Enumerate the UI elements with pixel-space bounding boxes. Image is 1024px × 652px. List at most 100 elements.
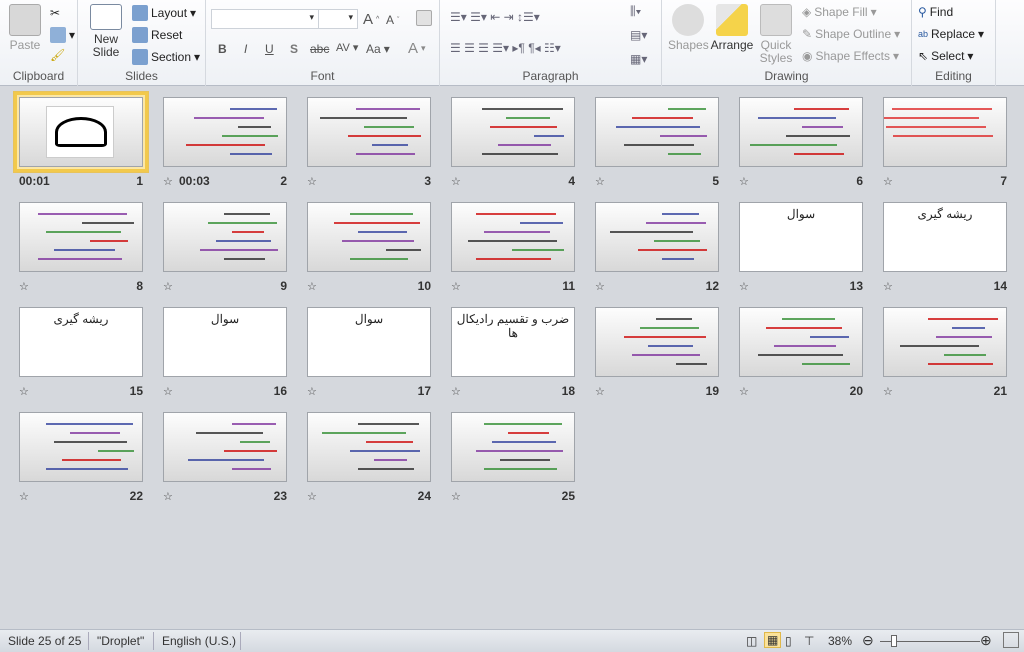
font-size-input[interactable]: ▾ bbox=[318, 9, 358, 29]
slide-thumbnail[interactable] bbox=[307, 97, 431, 167]
shadow-button[interactable]: S bbox=[290, 42, 298, 56]
animation-star-icon[interactable]: ☆ bbox=[19, 385, 29, 398]
animation-star-icon[interactable]: ☆ bbox=[163, 175, 173, 188]
shapes-button[interactable]: Shapes bbox=[668, 4, 709, 52]
align-text-button[interactable]: ▤▾ bbox=[630, 28, 647, 42]
arrange-button[interactable]: Arrange bbox=[710, 4, 754, 52]
replace-button[interactable]: ab Replace ▾ bbox=[918, 27, 984, 41]
animation-star-icon[interactable]: ☆ bbox=[739, 280, 749, 293]
animation-star-icon[interactable]: ☆ bbox=[19, 490, 29, 503]
clear-formatting-button[interactable] bbox=[416, 10, 432, 26]
slide-thumbnail[interactable] bbox=[595, 97, 719, 167]
smartart-button[interactable]: ▦▾ bbox=[630, 52, 647, 66]
slide-thumbnail[interactable] bbox=[451, 97, 575, 167]
slide-thumbnail[interactable] bbox=[307, 412, 431, 482]
animation-star-icon[interactable]: ☆ bbox=[739, 385, 749, 398]
underline-button[interactable]: U bbox=[265, 42, 274, 56]
animation-star-icon[interactable]: ☆ bbox=[883, 175, 893, 188]
quick-styles-button[interactable]: Quick Styles bbox=[756, 4, 796, 65]
slide-count: Slide 25 of 25 bbox=[8, 634, 82, 648]
shrink-font-button[interactable]: Aˇ bbox=[386, 13, 399, 27]
animation-star-icon[interactable]: ☆ bbox=[451, 175, 461, 188]
format-painter-button[interactable]: 🖌 bbox=[50, 48, 65, 62]
slide-thumbnail[interactable] bbox=[163, 202, 287, 272]
animation-star-icon[interactable]: ☆ bbox=[883, 385, 893, 398]
find-button[interactable]: ⚲ Find bbox=[918, 5, 953, 19]
theme-name[interactable]: "Droplet" bbox=[97, 634, 144, 648]
align-buttons[interactable]: ☰ ☰ ☰ ☰▾ ▸¶ ¶◂ ☷▾ bbox=[450, 41, 561, 55]
slide-thumbnail[interactable]: سوال bbox=[163, 307, 287, 377]
font-name-input[interactable]: ▾ bbox=[211, 9, 319, 29]
layout-button[interactable]: Layout ▾ bbox=[132, 5, 196, 21]
slide-number: 19 bbox=[705, 384, 719, 398]
paste-button[interactable]: Paste bbox=[6, 4, 44, 52]
slide-thumbnail[interactable] bbox=[163, 97, 287, 167]
slide-thumbnail[interactable] bbox=[163, 412, 287, 482]
animation-star-icon[interactable]: ☆ bbox=[883, 280, 893, 293]
cut-button[interactable]: ✂ bbox=[50, 6, 60, 20]
animation-star-icon[interactable]: ☆ bbox=[595, 280, 605, 293]
italic-button[interactable]: I bbox=[244, 42, 247, 56]
normal-view-button[interactable]: ◫ bbox=[746, 634, 757, 648]
animation-star-icon[interactable]: ☆ bbox=[163, 490, 173, 503]
select-button[interactable]: ⇖ Select ▾ bbox=[918, 49, 973, 63]
slide-thumbnail[interactable] bbox=[739, 307, 863, 377]
slideshow-button[interactable]: ⊤ bbox=[804, 634, 814, 648]
shape-fill-button[interactable]: ◈ Shape Fill ▾ bbox=[802, 5, 877, 19]
animation-star-icon[interactable]: ☆ bbox=[739, 175, 749, 188]
slide-thumbnail[interactable] bbox=[595, 307, 719, 377]
animation-star-icon[interactable]: ☆ bbox=[451, 280, 461, 293]
reset-button[interactable]: Reset bbox=[132, 27, 182, 43]
slide-content-line bbox=[200, 249, 278, 251]
animation-star-icon[interactable]: ☆ bbox=[307, 490, 317, 503]
strikethrough-button[interactable]: abc bbox=[310, 42, 329, 56]
slide-thumbnail[interactable] bbox=[739, 97, 863, 167]
slide-thumbnail[interactable]: سوال bbox=[307, 307, 431, 377]
animation-star-icon[interactable]: ☆ bbox=[451, 490, 461, 503]
slide-thumbnail[interactable] bbox=[595, 202, 719, 272]
zoom-level[interactable]: 38% bbox=[828, 634, 852, 648]
slide-sorter-view-button[interactable]: ▦ bbox=[764, 632, 782, 648]
reading-view-button[interactable]: ▯ bbox=[785, 634, 792, 648]
shape-effects-button[interactable]: ◉ Shape Effects ▾ bbox=[802, 49, 899, 63]
slide-thumbnail[interactable] bbox=[451, 412, 575, 482]
slide-thumbnail[interactable] bbox=[307, 202, 431, 272]
zoom-in-button[interactable]: ⊕ bbox=[980, 632, 992, 649]
animation-star-icon[interactable]: ☆ bbox=[595, 175, 605, 188]
new-slide-button[interactable]: New Slide bbox=[88, 4, 124, 59]
slide-thumbnail[interactable] bbox=[19, 202, 143, 272]
bold-button[interactable]: B bbox=[218, 42, 227, 56]
animation-star-icon[interactable]: ☆ bbox=[307, 385, 317, 398]
bullets-button[interactable]: ☰▾ ☰▾ ⇤ ⇥ ↕☰▾ bbox=[450, 10, 540, 24]
slide-thumbnail[interactable]: سوال bbox=[739, 202, 863, 272]
copy-button[interactable]: ▾ bbox=[50, 27, 75, 43]
animation-star-icon[interactable]: ☆ bbox=[307, 280, 317, 293]
slide-thumbnail[interactable] bbox=[883, 97, 1007, 167]
slide-thumbnail[interactable] bbox=[451, 202, 575, 272]
change-case-button[interactable]: Aa ▾ bbox=[366, 42, 390, 56]
slide-thumbnail[interactable]: ریشه گیری bbox=[883, 202, 1007, 272]
slide-thumbnail[interactable]: ریشه گیری bbox=[19, 307, 143, 377]
text-direction-button[interactable]: ⫼▾ bbox=[630, 4, 641, 19]
slide-content-line bbox=[348, 135, 421, 137]
section-button[interactable]: Section ▾ bbox=[132, 49, 200, 65]
zoom-slider-handle[interactable] bbox=[891, 635, 897, 647]
fit-to-window-button[interactable] bbox=[1003, 632, 1019, 648]
animation-star-icon[interactable]: ☆ bbox=[163, 385, 173, 398]
zoom-out-button[interactable]: ⊖ bbox=[862, 632, 874, 649]
language[interactable]: English (U.S.) bbox=[162, 634, 236, 648]
animation-star-icon[interactable]: ☆ bbox=[163, 280, 173, 293]
grow-font-button[interactable]: A ^ bbox=[363, 11, 379, 28]
character-spacing-button[interactable]: AV ▾ bbox=[336, 41, 358, 55]
animation-star-icon[interactable]: ☆ bbox=[595, 385, 605, 398]
animation-star-icon[interactable]: ☆ bbox=[19, 280, 29, 293]
slide-thumbnail[interactable] bbox=[14, 92, 148, 172]
binoculars-icon: ⚲ bbox=[918, 5, 927, 19]
animation-star-icon[interactable]: ☆ bbox=[451, 385, 461, 398]
shape-outline-button[interactable]: ✎ Shape Outline ▾ bbox=[802, 27, 900, 41]
font-color-button[interactable]: A ▾ bbox=[408, 40, 426, 57]
animation-star-icon[interactable]: ☆ bbox=[307, 175, 317, 188]
slide-thumbnail[interactable]: ضرب و تقسیم رادیکال ها bbox=[451, 307, 575, 377]
slide-thumbnail[interactable] bbox=[19, 412, 143, 482]
slide-thumbnail[interactable] bbox=[883, 307, 1007, 377]
